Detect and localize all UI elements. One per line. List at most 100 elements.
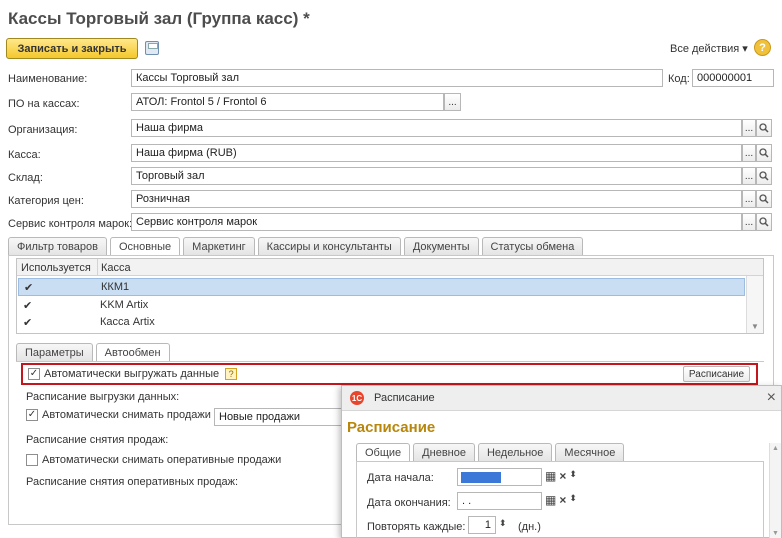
price-search-icon[interactable] — [756, 190, 772, 208]
row-check[interactable]: ✔ — [23, 299, 32, 312]
row-name: Касса Artix — [100, 316, 155, 328]
auto-oper-label: Автоматически снимать оперативные продаж… — [42, 454, 282, 466]
subtab-divider — [16, 361, 764, 362]
start-spin-icon[interactable]: ⬍ — [569, 469, 577, 483]
sklad-field[interactable]: Торговый зал — [131, 167, 742, 185]
org-search-icon[interactable] — [756, 119, 772, 137]
kassa-select-button[interactable]: ... — [742, 144, 756, 162]
start-date-selection — [461, 472, 501, 483]
org-field[interactable]: Наша фирма — [131, 119, 742, 137]
col-divider — [97, 259, 98, 276]
repeat-spin-icon[interactable]: ⬍ — [499, 518, 507, 529]
sub-tabs: Параметры Автообмен — [16, 343, 170, 362]
dialog-tabs: Общие Дневное Недельное Месячное — [356, 443, 625, 462]
table-header: Используется Касса — [17, 259, 763, 276]
tab-general[interactable]: Общие — [356, 443, 411, 462]
sales-mode-select[interactable]: Новые продажи — [214, 408, 342, 426]
kassa-table: Используется Касса ✔ ККМ1 ✔ KKM Artix ✔ … — [16, 258, 764, 334]
po-field[interactable]: АТОЛ: Frontol 5 / Frontol 6 — [131, 93, 444, 111]
schedule-dialog: 1C Расписание × Расписание Общие Дневное… — [341, 385, 782, 538]
dialog-scrollbar[interactable]: ▲ ▼ — [769, 443, 781, 538]
tab-weekly[interactable]: Недельное — [477, 443, 553, 461]
repeat-label: Повторять каждые: — [367, 521, 466, 533]
end-calendar-icon[interactable]: ▦ — [545, 493, 556, 507]
schedule-button[interactable]: Расписание — [683, 366, 750, 382]
sklad-select-button[interactable]: ... — [742, 167, 756, 185]
col-kassa[interactable]: Касса — [101, 262, 131, 274]
tab-main[interactable]: Основные — [109, 237, 181, 256]
po-select-button[interactable]: ... — [444, 93, 461, 111]
row-check[interactable]: ✔ — [24, 281, 33, 294]
auto-upload-row: ✓ Автоматически выгружать данные ? Распи… — [21, 363, 758, 385]
start-clear-icon[interactable]: × — [559, 469, 566, 483]
all-actions-menu[interactable]: Все действия ▾ — [670, 42, 748, 55]
start-date-label: Дата начала: — [367, 472, 434, 484]
po-label: ПО на кассах: — [8, 98, 80, 110]
service-search-icon[interactable] — [756, 213, 772, 231]
dialog-heading: Расписание — [347, 419, 436, 436]
table-row[interactable]: ✔ ККМ1 — [18, 278, 745, 296]
table-scrollbar[interactable]: ▼ — [746, 276, 763, 333]
sales-schedule-label[interactable]: Расписание снятия продаж: — [26, 434, 168, 446]
dialog-window-title: Расписание — [374, 392, 435, 404]
auto-sales-label: Автоматически снимать продажи — [42, 409, 211, 421]
close-icon[interactable]: × — [767, 389, 776, 407]
auto-oper-checkbox[interactable] — [26, 454, 38, 466]
end-date-field[interactable]: . . — [457, 492, 542, 510]
service-select-button[interactable]: ... — [742, 213, 756, 231]
name-field[interactable]: Кассы Торговый зал — [131, 69, 663, 87]
dialog-titlebar: 1C Расписание × — [342, 386, 781, 411]
tab-cashiers[interactable]: Кассиры и консультанты — [257, 237, 401, 255]
org-label: Организация: — [8, 124, 78, 136]
table-row[interactable]: ✔ KKM Artix — [18, 298, 745, 313]
sklad-search-icon[interactable] — [756, 167, 772, 185]
kassa-label: Касса: — [8, 149, 41, 161]
upload-schedule-label[interactable]: Расписание выгрузки данных: — [26, 391, 179, 403]
end-spin-icon[interactable]: ⬍ — [569, 493, 577, 507]
tab-daily[interactable]: Дневное — [413, 443, 475, 461]
window-title: Кассы Торговый зал (Группа касс) * — [8, 9, 310, 28]
tab-marketing[interactable]: Маркетинг — [183, 237, 255, 255]
tab-parameters[interactable]: Параметры — [16, 343, 93, 361]
auto-sales-checkbox[interactable]: ✓ — [26, 409, 38, 421]
auto-upload-checkbox[interactable]: ✓ — [28, 368, 40, 380]
price-select-button[interactable]: ... — [742, 190, 756, 208]
org-select-button[interactable]: ... — [742, 119, 756, 137]
table-row[interactable]: ✔ Касса Artix — [18, 315, 745, 330]
start-date-field[interactable] — [457, 468, 542, 486]
kassa-search-icon[interactable] — [756, 144, 772, 162]
main-tabs: Фильтр товаров Основные Маркетинг Кассир… — [8, 237, 584, 256]
service-field[interactable]: Сервис контроля марок — [131, 213, 742, 231]
save-icon[interactable] — [145, 41, 159, 55]
row-check[interactable]: ✔ — [23, 316, 32, 329]
col-used[interactable]: Используется — [21, 262, 91, 274]
tab-exchange-status[interactable]: Статусы обмена — [481, 237, 584, 255]
scroll-down-icon[interactable]: ▼ — [751, 322, 759, 331]
kassa-field[interactable]: Наша фирма (RUB) — [131, 144, 742, 162]
app-logo-icon: 1C — [350, 391, 364, 405]
end-clear-icon[interactable]: × — [559, 493, 566, 507]
tab-filter[interactable]: Фильтр товаров — [8, 237, 107, 255]
auto-upload-label: Автоматически выгружать данные — [44, 368, 220, 380]
oper-schedule-label[interactable]: Расписание снятия оперативных продаж: — [26, 476, 238, 488]
tab-autoexchange[interactable]: Автообмен — [95, 343, 170, 362]
repeat-field[interactable]: 1 — [468, 516, 496, 534]
end-date-label: Дата окончания: — [367, 497, 451, 509]
dialog-scroll-down-icon[interactable]: ▼ — [772, 530, 779, 537]
help-icon[interactable]: ? — [754, 39, 771, 56]
code-field[interactable]: 000000001 — [692, 69, 774, 87]
save-close-button[interactable]: Записать и закрыть — [6, 38, 138, 59]
code-label: Код: — [668, 73, 690, 85]
auto-upload-help-icon[interactable]: ? — [225, 368, 238, 380]
service-label: Сервис контроля марок: — [8, 218, 133, 230]
name-label: Наименование: — [8, 73, 88, 85]
tab-documents[interactable]: Документы — [403, 237, 479, 255]
row-name: ККМ1 — [101, 281, 130, 293]
tab-monthly[interactable]: Месячное — [555, 443, 625, 461]
repeat-unit: (дн.) — [518, 521, 541, 533]
row-name: KKM Artix — [100, 299, 149, 311]
sklad-label: Склад: — [8, 172, 43, 184]
price-field[interactable]: Розничная — [131, 190, 742, 208]
start-calendar-icon[interactable]: ▦ — [545, 469, 556, 483]
dialog-scroll-up-icon[interactable]: ▲ — [772, 445, 779, 452]
